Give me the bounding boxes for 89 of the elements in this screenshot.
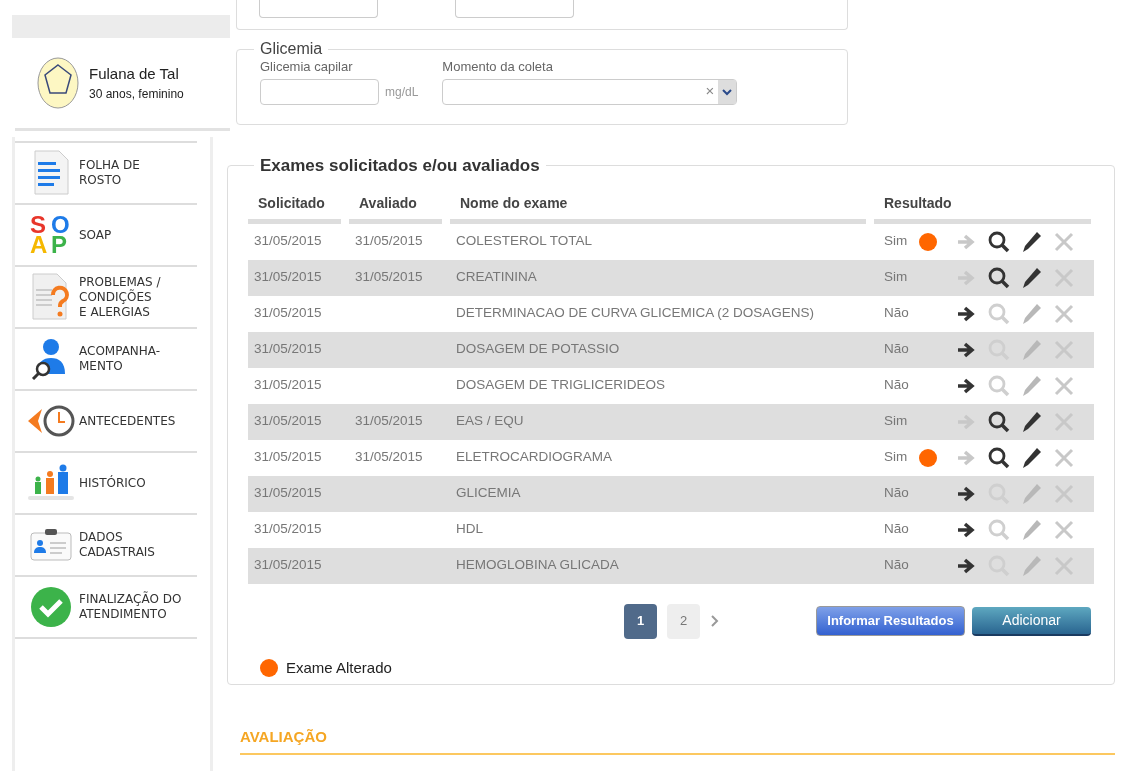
table-cell-text: Não [884, 556, 909, 575]
table-cell: 31/05/2015 [355, 413, 423, 429]
table-cell-text: 31/05/2015 [253, 268, 323, 287]
id-card-icon [29, 528, 73, 562]
pencil-icon[interactable] [1022, 410, 1042, 433]
panel-title: Exames solicitados e/ou avaliados [259, 155, 541, 177]
table-cell-text: Não [884, 376, 909, 395]
table-cell-text: 31/05/2015 [253, 340, 323, 359]
field-label: Glicemia capilar [260, 58, 354, 76]
soap-logo: S O A P [30, 215, 71, 255]
legend-label: Exame Alterado [286, 657, 392, 678]
arrow-right-icon[interactable] [956, 520, 976, 539]
sidebar-label: PROBLEMAS / CONDIÇÕES E ALERGIAS [79, 274, 161, 320]
table-cell-text: Sim [884, 268, 908, 287]
pencil-icon[interactable] [1022, 230, 1042, 253]
check-circle-icon [30, 586, 72, 628]
search-icon[interactable] [988, 266, 1010, 289]
table-cell-text: DETERMINACAO DE CURVA GLICEMICA (2 DOSAGENS) [455, 304, 816, 323]
sidebar-label: FOLHA DE ROSTO [79, 158, 140, 188]
clear-button[interactable]: × [705, 80, 715, 103]
patient-details: 30 anos, feminino [89, 86, 184, 104]
table-cell-text: Não [884, 340, 909, 359]
glicemia-input[interactable] [260, 78, 379, 105]
input-field[interactable] [455, 0, 574, 18]
table-cell-text: Não [884, 304, 909, 323]
close-icon[interactable] [1054, 231, 1074, 252]
table-cell-text: 31/05/2015 [253, 484, 323, 503]
section-title: AVALIAÇÃO [240, 728, 327, 745]
page-button[interactable]: 1 [624, 603, 657, 639]
close-icon[interactable] [1054, 519, 1074, 540]
table-cell-text: Sim [884, 448, 908, 467]
table-cell-text: Não [884, 484, 909, 503]
table-cell-text: 31/05/2015 [253, 556, 323, 575]
document-icon [33, 150, 69, 196]
table-cell-text: DOSAGEM DE POTASSIO [455, 340, 621, 359]
patient-name: Fulana de Tal [89, 63, 180, 84]
sidebar-label: SOAP [79, 227, 112, 243]
sidebar-label: DADOS CADASTRAIS [79, 530, 155, 560]
arrow-right-icon[interactable] [956, 340, 976, 359]
adicionar-button[interactable]: Adicionar [972, 606, 1091, 636]
field-label: Momento da coleta [442, 58, 554, 76]
sidebar-label: ANTECEDENTES [79, 413, 176, 429]
panel-title: Glicemia [259, 39, 324, 59]
chevron-down-icon[interactable] [718, 79, 737, 104]
pencil-icon[interactable] [1022, 446, 1042, 469]
informar-resultados-button[interactable]: Informar Resultados [816, 606, 965, 636]
question-document-icon [31, 273, 71, 321]
table-cell: 31/05/2015 [355, 269, 423, 285]
page-button[interactable]: 2 [667, 603, 700, 639]
table-cell-text: 31/05/2015 [253, 376, 323, 395]
family-icon [26, 464, 76, 502]
arrow-right-icon[interactable] [956, 556, 976, 575]
search-icon[interactable] [988, 446, 1010, 469]
close-icon[interactable] [1054, 303, 1074, 324]
sidebar-label: HISTÓRICO [79, 475, 146, 491]
table-cell: 31/05/2015 [355, 233, 423, 249]
table-cell-text: HEMOGLOBINA GLICADA [455, 556, 620, 575]
table-cell-text: DOSAGEM DE TRIGLICERIDEOS [455, 376, 667, 395]
table-cell-text: EAS / EQU [455, 412, 525, 431]
table-cell: 31/05/2015 [355, 449, 423, 465]
table-cell-text: 31/05/2015 [253, 304, 323, 323]
chevron-right-icon[interactable] [710, 614, 720, 628]
unit-label: mg/dL [385, 83, 419, 101]
close-icon[interactable] [1054, 375, 1074, 396]
table-cell-text: COLESTEROL TOTAL [455, 232, 594, 251]
table-cell-text: 31/05/2015 [253, 232, 323, 251]
search-icon[interactable] [988, 230, 1010, 253]
avatar-icon [37, 57, 79, 109]
sidebar-label: ACOMPANHA- MENTO [79, 344, 161, 374]
arrow-right-icon[interactable] [956, 376, 976, 395]
table-cell-text: CREATININA [455, 268, 538, 287]
table-cell-text: HDL [455, 520, 484, 539]
table-cell-text: Sim [884, 412, 908, 431]
pencil-icon[interactable] [1022, 266, 1042, 289]
table-cell-text: Sim [884, 232, 908, 251]
clock-back-icon [26, 404, 76, 438]
momento-select[interactable]: × [442, 78, 738, 105]
table-cell-text: GLICEMIA [455, 484, 522, 503]
table-cell-text: 31/05/2015 [253, 412, 323, 431]
search-icon[interactable] [988, 410, 1010, 433]
table-cell-text: 31/05/2015 [253, 448, 323, 467]
sidebar-label: FINALIZAÇÃO DO ATENDIMENTO [79, 592, 182, 622]
input-field[interactable] [259, 0, 378, 18]
table-cell-text: ELETROCARDIOGRAMA [455, 448, 614, 467]
arrow-right-icon[interactable] [956, 484, 976, 503]
arrow-right-icon[interactable] [956, 304, 976, 323]
close-icon[interactable] [1054, 447, 1074, 468]
table-cell-text: 31/05/2015 [253, 520, 323, 539]
table-cell-text: Não [884, 520, 909, 539]
